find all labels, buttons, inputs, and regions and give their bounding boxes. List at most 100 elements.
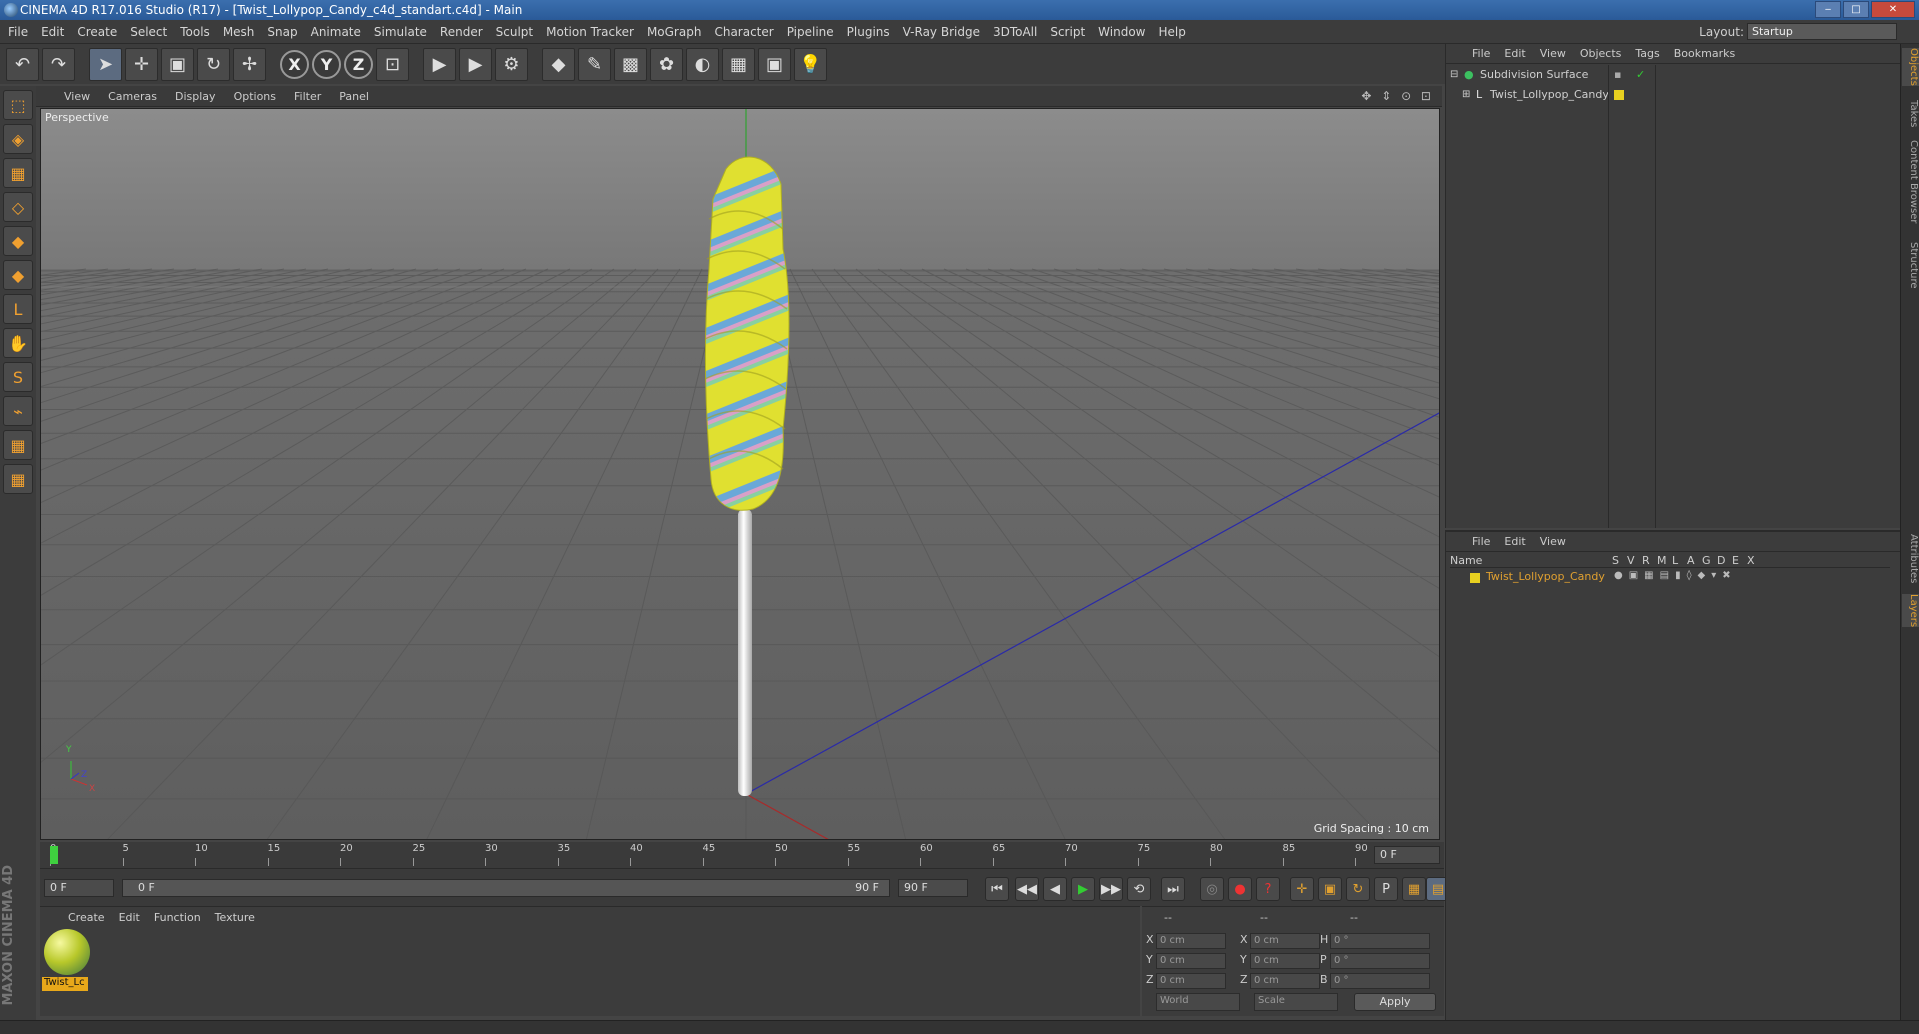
points-mode-icon[interactable]: ◆: [3, 226, 33, 256]
start-frame-field[interactable]: 0 F: [44, 879, 114, 897]
material-name[interactable]: Twist_Lc: [42, 977, 88, 991]
camera-button[interactable]: ▣: [758, 47, 791, 81]
menu-snap[interactable]: Snap: [267, 25, 297, 39]
tab-content-browser[interactable]: Content Browser: [1902, 140, 1919, 223]
menu-window[interactable]: Window: [1098, 25, 1145, 39]
edges-mode-icon[interactable]: ◆: [3, 260, 33, 290]
pen-spline-button[interactable]: ✎: [578, 47, 611, 81]
viewport-menu-view[interactable]: View: [64, 90, 90, 103]
close-button[interactable]: ✕: [1871, 1, 1915, 18]
menu-simulate[interactable]: Simulate: [374, 25, 427, 39]
render-settings-button[interactable]: ⚙: [495, 47, 528, 81]
menu-3dtoall[interactable]: 3DToAll: [993, 25, 1037, 39]
objects-menu-tags[interactable]: Tags: [1635, 47, 1659, 60]
snap-icon[interactable]: ⌁: [3, 396, 33, 426]
material-menu-function[interactable]: Function: [154, 911, 201, 924]
menu-pipeline[interactable]: Pipeline: [787, 25, 834, 39]
menu-mograph[interactable]: MoGraph: [647, 25, 702, 39]
menu-create[interactable]: Create: [77, 25, 117, 39]
menu-plugins[interactable]: Plugins: [847, 25, 890, 39]
workplane-icon[interactable]: ◇: [3, 192, 33, 222]
menu-tools[interactable]: Tools: [180, 25, 210, 39]
playhead-marker[interactable]: [50, 846, 58, 864]
viewport-menu-cameras[interactable]: Cameras: [108, 90, 157, 103]
key-position-icon[interactable]: ✛: [1290, 877, 1314, 901]
viewport-navigation-icons[interactable]: ✥ ⇕ ⊙ ⊡: [1361, 89, 1434, 103]
menu-mesh[interactable]: Mesh: [223, 25, 255, 39]
scale-tool-button[interactable]: ▣: [161, 47, 194, 81]
autokey-icon[interactable]: ?: [1256, 877, 1280, 901]
render-view-button[interactable]: ▶: [423, 47, 456, 81]
cube-object-button[interactable]: ◆: [542, 47, 575, 81]
cloner-button[interactable]: ✿: [650, 47, 683, 81]
objects-menu-edit[interactable]: Edit: [1504, 47, 1525, 60]
make-editable-icon[interactable]: ⬚: [3, 90, 33, 120]
model-mode-icon[interactable]: ◈: [3, 124, 33, 154]
tab-layers[interactable]: Layers: [1902, 594, 1919, 628]
go-to-start-button[interactable]: ⏮: [985, 877, 1009, 901]
polygons-mode-icon[interactable]: L: [3, 294, 33, 324]
tab-structure[interactable]: Structure: [1902, 242, 1919, 289]
motion-record-icon[interactable]: ◎: [1200, 877, 1224, 901]
menu-help[interactable]: Help: [1158, 25, 1185, 39]
deformer-button[interactable]: ◐: [686, 47, 719, 81]
layer-row[interactable]: Twist_Lollypop_Candy ●▣▦▤▮◊◆▾✖: [1450, 570, 1890, 586]
menu-file[interactable]: File: [8, 25, 28, 39]
objects-menu-view[interactable]: View: [1540, 47, 1566, 60]
key-parameter-icon[interactable]: P: [1374, 877, 1398, 901]
collapse-icon[interactable]: ⊟: [1450, 66, 1458, 84]
viewport-menu-filter[interactable]: Filter: [294, 90, 321, 103]
y-axis-button[interactable]: Y: [312, 49, 341, 79]
coord-av-1[interactable]: 0 cm: [1156, 953, 1226, 969]
menu-select[interactable]: Select: [130, 25, 167, 39]
render-to-picture-viewer-button[interactable]: ▶: [459, 47, 492, 81]
timeline-ruler[interactable]: 051015202530354045505560657075808590 0 F: [40, 842, 1444, 868]
coordinate-mode-select[interactable]: Scale: [1254, 993, 1338, 1011]
perspective-viewport[interactable]: Y X Z Perspective Grid Spacing : 10 cm: [40, 108, 1440, 840]
x-axis-button[interactable]: X: [280, 49, 309, 79]
viewport-menu-display[interactable]: Display: [175, 90, 216, 103]
coord-cv-1[interactable]: 0 °: [1330, 953, 1430, 969]
menu-render[interactable]: Render: [440, 25, 483, 39]
record-key-icon[interactable]: ●: [1228, 877, 1252, 901]
layer-name[interactable]: Twist_Lollypop_Candy: [1486, 570, 1605, 583]
coord-bv-0[interactable]: 0 cm: [1250, 933, 1320, 949]
apply-button[interactable]: Apply: [1354, 993, 1436, 1011]
frame-range-slider[interactable]: 0 F 90 F: [122, 879, 890, 897]
objects-menu-objects[interactable]: Objects: [1580, 47, 1622, 60]
menu-edit[interactable]: Edit: [41, 25, 64, 39]
next-frame-button[interactable]: ▶▶: [1099, 877, 1123, 901]
coord-cv-0[interactable]: 0 °: [1330, 933, 1430, 949]
tab-objects[interactable]: Objects: [1902, 48, 1919, 86]
coord-av-2[interactable]: 0 cm: [1156, 973, 1226, 989]
subdivision-surface-button[interactable]: ▩: [614, 47, 647, 81]
tab-takes[interactable]: Takes: [1902, 100, 1919, 127]
menu-motion-tracker[interactable]: Motion Tracker: [546, 25, 634, 39]
objects-menu-bookmarks[interactable]: Bookmarks: [1674, 47, 1735, 60]
transform-tool-button[interactable]: ✢: [233, 47, 266, 81]
key-pla-icon[interactable]: ▦: [1402, 877, 1426, 901]
expand-icon[interactable]: ⊞: [1462, 86, 1470, 104]
select-tool-button[interactable]: ➤: [89, 47, 122, 81]
layer-color-swatch[interactable]: [1470, 573, 1480, 583]
coord-av-0[interactable]: 0 cm: [1156, 933, 1226, 949]
tab-attributes[interactable]: Attributes: [1902, 534, 1919, 583]
coord-bv-1[interactable]: 0 cm: [1250, 953, 1320, 969]
floor-button[interactable]: ▦: [722, 47, 755, 81]
previous-frame-button[interactable]: ◀: [1043, 877, 1067, 901]
texture-mode-icon[interactable]: ▦: [3, 158, 33, 188]
rotate-tool-button[interactable]: ↻: [197, 47, 230, 81]
menu-sculpt[interactable]: Sculpt: [496, 25, 533, 39]
material-swatch[interactable]: [44, 929, 90, 975]
layers-menu-view[interactable]: View: [1540, 535, 1566, 548]
menu-script[interactable]: Script: [1050, 25, 1085, 39]
material-menu-texture[interactable]: Texture: [215, 911, 255, 924]
play-button[interactable]: ▶: [1071, 877, 1095, 901]
go-to-end-button[interactable]: ⏭: [1161, 877, 1185, 901]
material-menu-edit[interactable]: Edit: [119, 911, 140, 924]
workplane-lock-icon[interactable]: ▦: [3, 430, 33, 460]
key-rotation-icon[interactable]: ↻: [1346, 877, 1370, 901]
object-row-subdivision-surface[interactable]: ⊟ ● Subdivision Surface ▪ ✓: [1446, 66, 1901, 84]
menu-animate[interactable]: Animate: [311, 25, 361, 39]
minimize-button[interactable]: ‒: [1815, 1, 1841, 18]
